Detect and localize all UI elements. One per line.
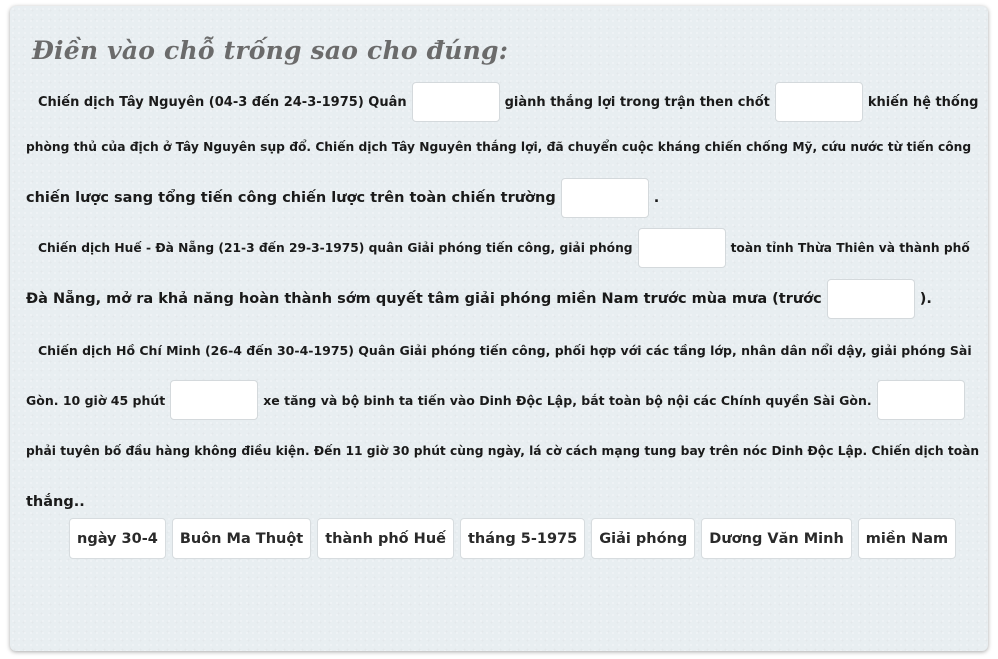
text-segment: Chiến dịch Tây Nguyên (04-3 đến 24-3-197… [38, 94, 407, 110]
text-line-6: Chiến dịch Hồ Chí Minh (26-4 đến 30-4-19… [38, 329, 978, 371]
text-segment: ). [919, 291, 932, 307]
option-chip[interactable]: Buôn Ma Thuột [171, 518, 312, 559]
text-line-4: Chiến dịch Huế - Đà Nẵng (21-3 đến 29-3-… [38, 227, 978, 269]
text-line-9: thắng.. [26, 481, 978, 523]
text-segment: giành thắng lợi trong trận then chốt [504, 94, 770, 110]
option-chip[interactable]: thành phố Huế [317, 518, 454, 559]
blank-7[interactable] [876, 380, 965, 420]
text-line-5: Đà Nẵng, mở ra khả năng hoàn thành sớm q… [26, 278, 978, 320]
blank-2[interactable] [774, 82, 863, 122]
blank-1[interactable] [411, 82, 500, 122]
option-chip[interactable]: Giải phóng [591, 518, 696, 559]
text-segment: xe tăng và bộ binh ta tiến vào Dinh Độc … [263, 392, 872, 408]
blank-3[interactable] [560, 178, 649, 218]
text-segment: Chiến dịch Huế - Đà Nẵng (21-3 đến 29-3-… [38, 241, 633, 255]
text-segment: toàn tỉnh Thừa Thiên và thành phố [730, 241, 970, 255]
text-segment: chiến lược sang tổng tiến công chiến lượ… [26, 190, 556, 206]
exercise-card: Điền vào chỗ trống sao cho đúng: Chiến d… [10, 6, 988, 651]
exercise-title: Điền vào chỗ trống sao cho đúng: [32, 36, 509, 65]
text-line-1: Chiến dịch Tây Nguyên (04-3 đến 24-3-197… [38, 81, 978, 123]
text-line-8: phải tuyên bố đầu hàng không điều kiện. … [26, 430, 980, 472]
text-segment: phải tuyên bố đầu hàng không điều kiện. … [26, 444, 980, 458]
option-chip[interactable]: ngày 30-4 [69, 518, 166, 559]
text-segment: phòng thủ của địch ở Tây Nguyên sụp đổ. … [26, 140, 972, 154]
text-segment: Gòn. 10 giờ 45 phút [26, 392, 166, 408]
word-bank: ngày 30-4 Buôn Ma Thuột thành phố Huế th… [69, 518, 957, 559]
option-chip[interactable]: miền Nam [857, 518, 957, 559]
text-line-7: Gòn. 10 giờ 45 phút xe tăng và bộ binh t… [26, 379, 978, 421]
blank-6[interactable] [170, 380, 259, 420]
text-segment: Chiến dịch Hồ Chí Minh (26-4 đến 30-4-19… [38, 342, 972, 358]
blank-5[interactable] [826, 279, 915, 319]
text-line-2: phòng thủ của địch ở Tây Nguyên sụp đổ. … [26, 126, 978, 168]
text-segment: thắng.. [26, 494, 85, 510]
text-segment: Đà Nẵng, mở ra khả năng hoàn thành sớm q… [26, 291, 822, 307]
option-chip[interactable]: tháng 5-1975 [459, 518, 586, 559]
blank-4[interactable] [637, 228, 726, 268]
text-line-3: chiến lược sang tổng tiến công chiến lượ… [26, 177, 978, 219]
text-segment: khiến hệ thống [867, 94, 979, 110]
option-chip[interactable]: Dương Văn Minh [701, 518, 852, 559]
text-segment: . [653, 190, 660, 206]
